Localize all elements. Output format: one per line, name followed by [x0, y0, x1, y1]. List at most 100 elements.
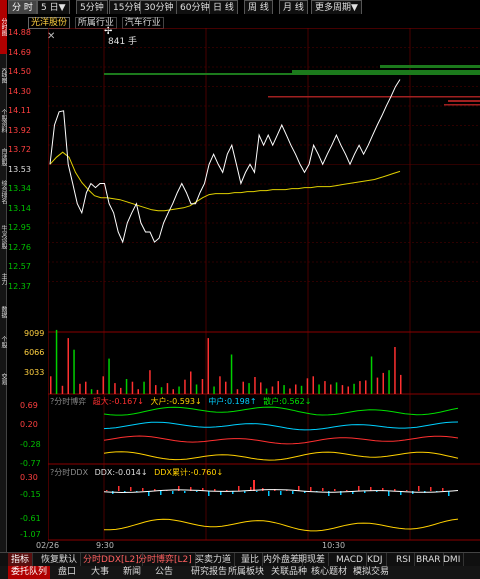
price-tick-label: 14.11 — [8, 106, 31, 115]
indicator-tab-bar: 指标 恢复默认 分时DDX[L2] 分时博弈[L2] 买卖力道 量比 内外盘差 期现差 MACD… — [0, 552, 480, 567]
info-tab[interactable]: 委托队列 — [8, 566, 51, 579]
super-line — [103, 435, 459, 445]
bargain-retail: 散户:0.562 — [263, 397, 305, 406]
avg-price-line — [49, 151, 401, 212]
volume-bar — [330, 384, 332, 394]
ddx-bar — [142, 488, 144, 491]
volume-bar — [295, 384, 297, 394]
time-tick-label: 10:30 — [322, 541, 346, 550]
ddx-title[interactable]: ?分时DDX — [50, 468, 88, 477]
volume-bar — [242, 381, 244, 394]
ddx-bar — [256, 491, 258, 492]
ddx-bar — [214, 489, 216, 491]
period-tab[interactable]: 周 线 — [244, 0, 273, 14]
indicator-tab[interactable]: 分时博弈[L2] — [135, 553, 196, 567]
ddx-bar — [130, 487, 132, 491]
ddx-sum: DDX累计:-0.760 — [154, 468, 217, 477]
period-tab[interactable]: 更多周期▼ — [311, 0, 362, 14]
indicator-tab[interactable]: RSI — [393, 553, 415, 567]
volume-bar — [277, 381, 279, 394]
bargain-tick-label: 0.20 — [20, 420, 38, 429]
level-bar-green — [104, 73, 480, 75]
volume-bar — [102, 376, 104, 394]
ddx-bar — [238, 486, 240, 491]
period-tab[interactable]: 日 线 — [209, 0, 238, 14]
ddx-bar — [418, 486, 420, 491]
volume-bar — [388, 370, 390, 394]
volume-bar — [108, 358, 110, 394]
bargain-tick-label: 0.69 — [20, 401, 38, 410]
indicator-tab[interactable]: KDJ — [364, 553, 387, 567]
indicator-tab[interactable]: DMI — [440, 553, 465, 567]
level-bar-red — [268, 96, 480, 98]
bargain-title[interactable]: ?分时博弈 — [50, 397, 86, 406]
ddx-tick-label: -0.15 — [20, 490, 41, 499]
info-tab[interactable]: 模拟交易 — [350, 566, 392, 579]
indicator-tab[interactable]: 期现差 — [295, 553, 330, 567]
period-tab[interactable]: 5分钟 — [76, 0, 108, 14]
volume-bar — [225, 381, 227, 394]
volume-bar — [55, 329, 58, 394]
down-arrow-icon: ↓ — [216, 468, 224, 477]
time-tick-label: 02/26 — [36, 541, 60, 550]
info-tab[interactable]: 核心题材 — [308, 566, 350, 579]
volume-bar — [335, 382, 338, 394]
price-tick-label: 13.14 — [8, 203, 31, 213]
volume-bar — [318, 384, 320, 394]
volume-bar — [90, 389, 93, 394]
info-tab[interactable]: 盘口 — [55, 566, 79, 579]
ddx-bar — [346, 490, 348, 491]
ddx-bar — [208, 491, 210, 496]
price-tick-label: 13.72 — [8, 145, 31, 154]
down-arrow-icon: ↓ — [304, 397, 312, 406]
period-tab[interactable]: 30分钟 — [140, 0, 178, 14]
volume-bar — [359, 381, 361, 394]
period-tab[interactable]: 60分钟 — [176, 0, 214, 14]
price-tick-label: 12.37 — [8, 281, 31, 291]
info-tab-bar: 委托队列 盘口 大事 新闻 公告 研究报告 所属板块 关联品种 核心题材 模拟交易 — [0, 566, 480, 579]
info-tab[interactable]: 研究报告 — [188, 566, 230, 579]
ddx-bar — [430, 487, 432, 491]
bargain-mid: 中户:0.198 — [208, 397, 250, 406]
up-arrow-icon: ↑ — [249, 397, 257, 406]
indicator-tab[interactable]: MACD — [333, 553, 367, 567]
info-tab[interactable]: 关联品种 — [268, 566, 310, 579]
info-tab[interactable]: 所属板块 — [225, 566, 267, 579]
volume-bar — [230, 354, 233, 394]
indicator-tab[interactable]: 指标 — [8, 553, 34, 567]
volume-bar — [370, 356, 373, 394]
ddx-tick-label: -0.61 — [20, 514, 41, 523]
period-toolbar: 分 时5 日▼ 5分钟 15分钟 30分钟 60分钟日 线周 线月 线更多周期▼ — [8, 0, 480, 14]
volume-bar — [184, 379, 186, 394]
volume-bar — [260, 382, 262, 394]
info-tab[interactable]: 公告 — [152, 566, 176, 579]
volume-bar — [353, 383, 355, 394]
indicator-tab[interactable]: 恢复默认 — [38, 553, 82, 567]
info-tab[interactable]: 大事 — [88, 566, 112, 579]
volume-bar — [137, 389, 139, 394]
level-bar-green — [380, 65, 480, 68]
price-tick-label: 14.30 — [8, 86, 31, 96]
bargain-panel-header: ?分时博弈 超大:-0.167↓ 大户:-0.593↓ 中户:0.198↑ 散户… — [50, 396, 311, 407]
price-tick-label: 13.34 — [8, 184, 31, 193]
volume-bar — [306, 378, 309, 394]
ddx-bar — [196, 491, 198, 492]
volume-bar — [85, 381, 87, 394]
volume-bar — [120, 387, 122, 394]
period-tab[interactable]: 月 线 — [279, 0, 308, 14]
ddx-bar — [280, 491, 282, 495]
indicator-tab[interactable]: 分时DDX[L2] — [80, 553, 143, 567]
volume-bar — [283, 385, 285, 394]
indicator-tab[interactable]: 买卖力道 — [192, 553, 236, 567]
volume-bar — [341, 385, 344, 394]
volume-bar — [324, 381, 326, 394]
volume-bar — [67, 338, 69, 394]
price-tick-label: 12.57 — [8, 262, 31, 271]
stock-header: 光洋股份 所属行业 汽车行业 — [28, 15, 166, 29]
ddx-bar — [406, 490, 408, 491]
ddx-bar — [268, 491, 270, 496]
volume-bar — [312, 376, 314, 394]
info-tab[interactable]: 新闻 — [120, 566, 144, 579]
price-tick-label: 13.92 — [8, 125, 31, 135]
volume-bar — [61, 385, 64, 394]
